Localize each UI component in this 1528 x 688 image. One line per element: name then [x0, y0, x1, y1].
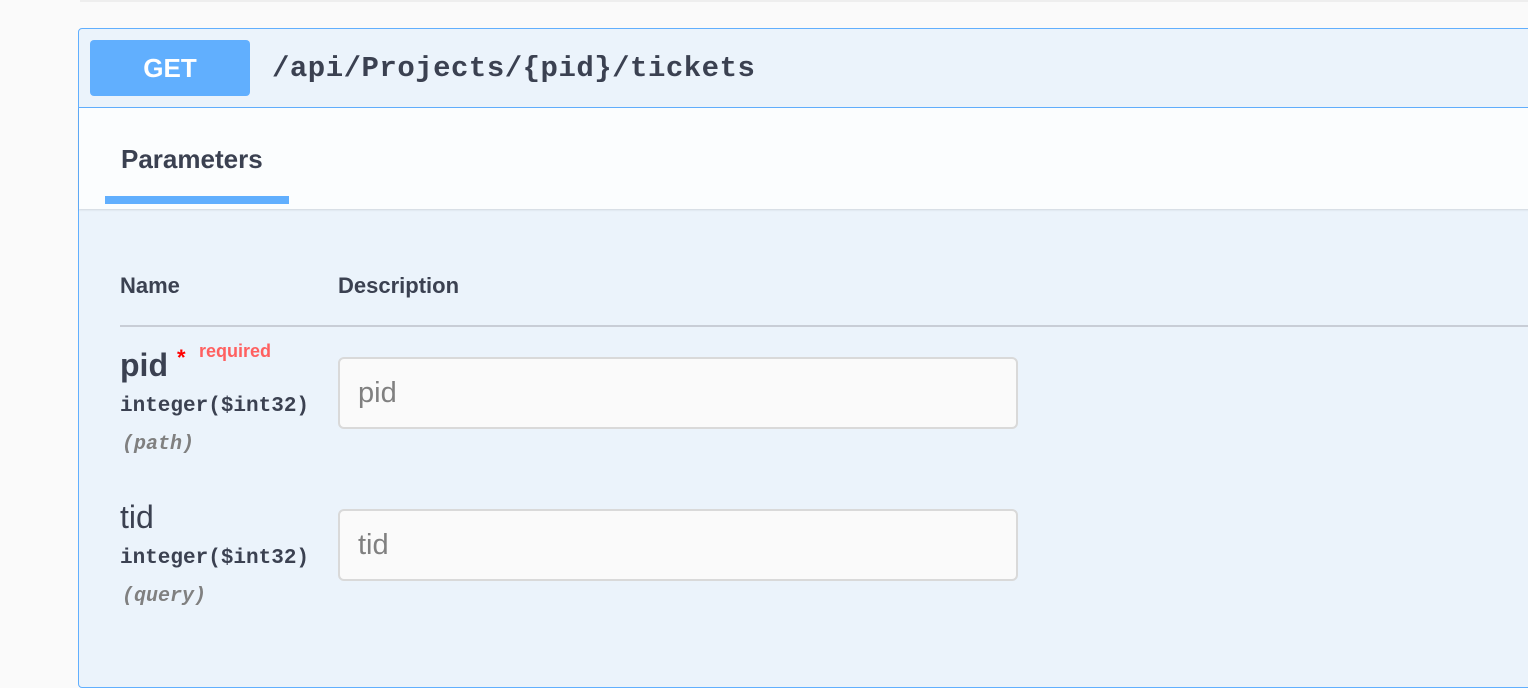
- method-badge[interactable]: GET: [90, 40, 250, 96]
- tid-input[interactable]: [338, 509, 1018, 581]
- parameter-location: (path): [122, 433, 195, 456]
- parameter-row-pid: pid * required integer($int32) (path): [120, 327, 1528, 479]
- required-label: required: [199, 341, 272, 361]
- parameter-type: integer($int32): [120, 395, 310, 418]
- column-header-description: Description: [338, 273, 460, 298]
- tab-header: Parameters: [79, 108, 1528, 209]
- tab-parameters[interactable]: Parameters: [105, 108, 289, 204]
- operation-summary[interactable]: GET /api/Projects/{pid}/tickets: [79, 29, 1528, 108]
- parameters-table-header: Name Description: [120, 269, 1528, 327]
- parameter-location: (query): [122, 585, 207, 608]
- pid-input[interactable]: [338, 357, 1018, 429]
- column-header-name: Name: [120, 273, 180, 298]
- endpoint-path[interactable]: /api/Projects/{pid}/tickets: [272, 52, 755, 85]
- parameter-name: tid: [120, 499, 154, 535]
- previous-block-edge: [80, 0, 1528, 2]
- parameter-row-tid: tid integer($int32) (query): [120, 479, 1528, 631]
- operation-block-get: GET /api/Projects/{pid}/tickets Paramete…: [78, 28, 1528, 688]
- required-asterisk: *: [177, 345, 186, 370]
- parameter-type: integer($int32): [120, 547, 310, 570]
- tab-label: Parameters: [121, 144, 263, 174]
- parameter-name: pid: [120, 347, 168, 383]
- parameters-table: Name Description pid * required integer(…: [120, 269, 1528, 631]
